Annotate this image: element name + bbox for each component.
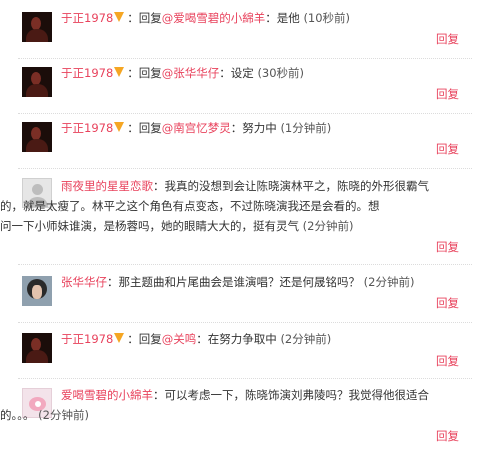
reply-prefix: ：回复: [127, 66, 162, 80]
comment-content: ：可以考虑一下，陈晓饰演刘弗陵吗？我觉得他很适合: [153, 388, 429, 402]
reply-button[interactable]: 回复: [436, 353, 459, 369]
user-avatar-dark-icon[interactable]: [22, 122, 52, 152]
comment-line: 的，就是太瘦了。林平之这个角色有点变态，不过陈晓演我还是会看的。想: [0, 199, 380, 213]
username-link[interactable]: 于正1978: [61, 11, 113, 25]
comment-time: (2分钟前): [38, 408, 89, 422]
mention-link[interactable]: @南宫忆梦灵: [162, 121, 231, 135]
reply-prefix: ：回复: [127, 332, 162, 346]
comment-text: 张华华仔：那主题曲和片尾曲会是谁演唱？还是何晟铭吗？ (2分钟前): [61, 272, 465, 292]
comment-time: (1分钟前): [280, 121, 332, 135]
comment-text: 于正1978 ：回复@爱喝雪碧的小綿羊：是他 (10秒前): [61, 8, 465, 28]
comment-content: ：我真的没想到会让陈晓演林平之，陈晓的外形很霸气: [153, 179, 429, 193]
reply-button[interactable]: 回复: [436, 31, 459, 47]
username-link[interactable]: 爱喝雪碧的小綿羊: [61, 388, 153, 402]
comment-line: 问一下小师妹谁演，是杨蓉吗，她的眼睛大大的，挺有灵气 (2分钟前): [0, 216, 465, 236]
comment-content: ：努力中: [230, 121, 277, 135]
comment-content: ：那主题曲和片尾曲会是谁演唱？还是何晟铭吗？: [107, 275, 360, 289]
divider: [18, 168, 472, 169]
reply-prefix: ：回复: [127, 121, 162, 135]
comment-text: 于正1978 ：回复@南宫忆梦灵：努力中 (1分钟前): [61, 118, 465, 138]
reply-button[interactable]: 回复: [436, 141, 459, 157]
comment-content: 问一下小师妹谁演，是杨蓉吗，她的眼睛大大的，挺有灵气: [0, 219, 299, 233]
reply-button[interactable]: 回复: [436, 295, 459, 311]
divider: [18, 322, 472, 323]
username-link[interactable]: 雨夜里的星星恋歌: [61, 179, 153, 193]
username-link[interactable]: 于正1978: [61, 121, 113, 135]
reply-prefix: ：回复: [127, 11, 162, 25]
comment-time: (2分钟前): [302, 219, 354, 233]
comment-text: 爱喝雪碧的小綿羊：可以考虑一下，陈晓饰演刘弗陵吗？我觉得他很适合 的。。。 (2…: [0, 385, 465, 425]
verified-badge-icon: [114, 12, 125, 23]
comment-line: 的。。。 (2分钟前): [0, 405, 465, 425]
username-link[interactable]: 于正1978: [61, 66, 113, 80]
comment-content: ：在努力争取中: [196, 332, 277, 346]
reply-button[interactable]: 回复: [436, 428, 459, 444]
mention-link[interactable]: @张华华仔: [162, 66, 220, 80]
divider: [18, 113, 472, 114]
comment-line: 雨夜里的星星恋歌：我真的没想到会让陈晓演林平之，陈晓的外形很霸气: [61, 176, 465, 196]
divider: [18, 264, 472, 265]
user-avatar-photo-icon[interactable]: [22, 276, 52, 306]
reply-button[interactable]: 回复: [436, 86, 459, 102]
comment-text: 雨夜里的星星恋歌：我真的没想到会让陈晓演林平之，陈晓的外形很霸气 的，就是太瘦了…: [0, 176, 465, 236]
verified-badge-icon: [114, 122, 125, 133]
username-link[interactable]: 于正1978: [61, 332, 113, 346]
comment-text: 于正1978 ：回复@张华华仔：设定 (30秒前): [61, 63, 465, 83]
mention-link[interactable]: @爱喝雪碧的小綿羊: [162, 11, 266, 25]
user-avatar-dark-icon[interactable]: [22, 67, 52, 97]
comment-content: ：是他: [265, 11, 300, 25]
comment-line: 爱喝雪碧的小綿羊：可以考虑一下，陈晓饰演刘弗陵吗？我觉得他很适合: [61, 385, 465, 405]
verified-badge-icon: [114, 67, 125, 78]
user-avatar-dark-icon[interactable]: [22, 12, 52, 42]
comment-time: (2分钟前): [280, 332, 332, 346]
comment-content: 的。。。: [0, 408, 35, 422]
user-avatar-dark-icon[interactable]: [22, 333, 52, 363]
comment-text: 于正1978 ：回复@关鸣：在努力争取中 (2分钟前): [61, 329, 465, 349]
mention-link[interactable]: @关鸣: [162, 332, 197, 346]
reply-button[interactable]: 回复: [436, 239, 459, 255]
comment-content: ：设定: [219, 66, 254, 80]
divider: [18, 58, 472, 59]
comment-time: (10秒前): [303, 11, 351, 25]
divider: [18, 378, 472, 379]
username-link[interactable]: 张华华仔: [61, 275, 107, 289]
verified-badge-icon: [114, 333, 125, 344]
comment-time: (30秒前): [257, 66, 305, 80]
comment-time: (2分钟前): [363, 275, 415, 289]
